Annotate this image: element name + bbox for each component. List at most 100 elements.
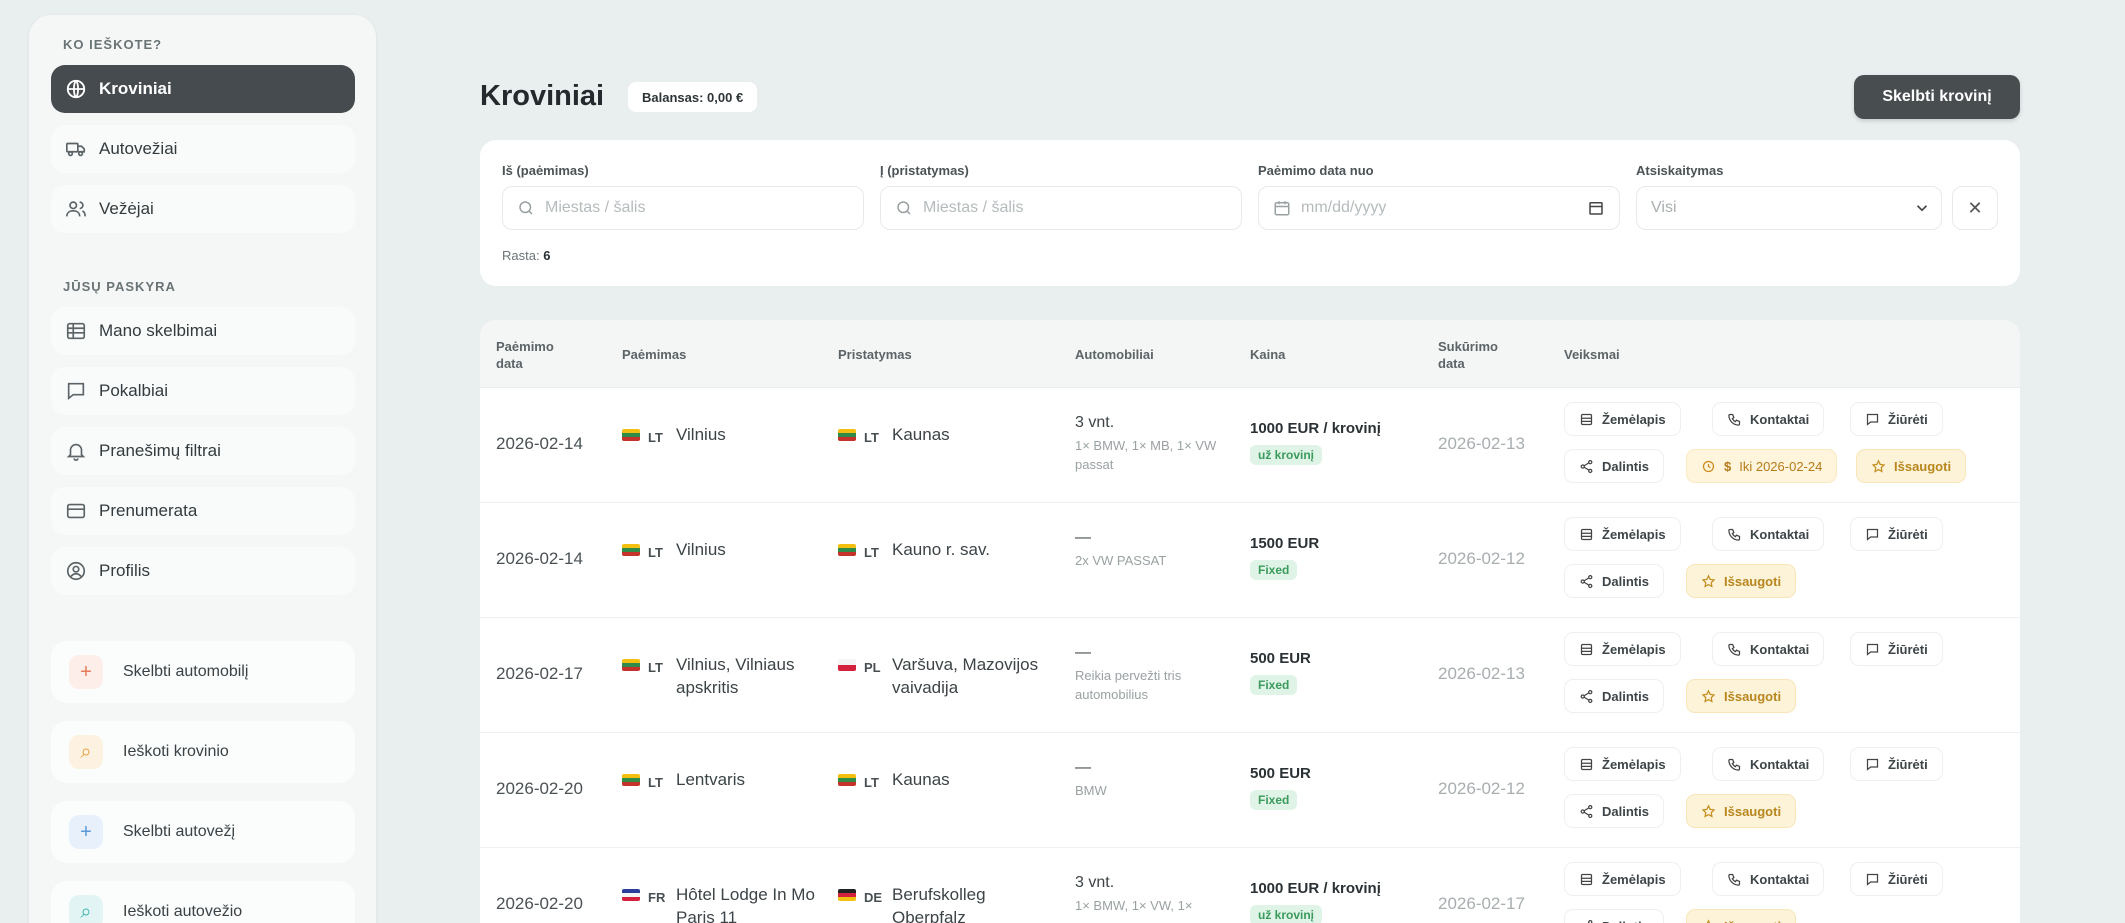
sidebar-item-mano-skelbimai[interactable]: Mano skelbimai [51, 307, 355, 355]
action-label: Skelbti automobilį [123, 663, 249, 680]
chat-icon [1866, 413, 1879, 426]
pickup-location: FR Hôtel Lodge In Mo Paris 11 [622, 883, 842, 923]
close-icon: ✕ [1967, 197, 1983, 218]
star-icon [1701, 803, 1716, 818]
view-button[interactable]: Žiūrėti [1850, 747, 1943, 781]
map-button[interactable]: Žemėlapis [1564, 632, 1681, 666]
payment-label: Atsiskaitymas [1636, 163, 1724, 178]
flag-icon [838, 544, 856, 556]
calendar-icon [1274, 201, 1290, 216]
to-label: Į (pristatymas) [880, 163, 969, 178]
price-cell: 500 EUR Fixed [1250, 650, 1311, 695]
map-icon [1580, 873, 1593, 885]
map-button[interactable]: Žemėlapis [1564, 862, 1681, 896]
table-row[interactable]: 2026-02-20 FR Hôtel Lodge In Mo Paris 11… [480, 848, 2020, 923]
sidebar-item-label: Mano skelbimai [99, 321, 218, 340]
share-button[interactable]: Dalintis [1564, 564, 1664, 598]
save-button[interactable]: Išsaugoti [1686, 679, 1797, 713]
save-label: Išsaugoti [1724, 803, 1782, 819]
calendar-picker-icon[interactable] [1587, 199, 1605, 217]
share-icon [1580, 574, 1593, 588]
save-label: Išsaugoti [1894, 458, 1952, 474]
price-value: 500 EUR [1250, 765, 1311, 782]
to-input[interactable]: Miestas / šalis [880, 186, 1242, 230]
sidebar-item-autoveziai[interactable]: Autovežiai [51, 125, 355, 173]
sidebar-item-pokalbiai[interactable]: Pokalbiai [51, 367, 355, 415]
search-icon: ⌕ [69, 735, 103, 769]
map-button[interactable]: Žemėlapis [1564, 747, 1681, 781]
contacts-label: Kontaktai [1750, 641, 1810, 657]
contacts-button[interactable]: Kontaktai [1712, 517, 1825, 551]
sidebar-item-label: Kroviniai [99, 79, 172, 98]
published-date: 2026-02-12 [1438, 779, 1525, 798]
star-icon [1701, 688, 1716, 703]
sidebar-item-prenumerata[interactable]: Prenumerata [51, 487, 355, 535]
save-label: Išsaugoti [1724, 573, 1782, 589]
share-button[interactable]: Dalintis [1564, 794, 1664, 828]
pickup-date: 2026-02-17 [496, 664, 583, 683]
date-label: Paėmimo data nuo [1258, 163, 1374, 178]
chat-icon [1866, 643, 1879, 656]
save-button[interactable]: Išsaugoti [1856, 449, 1967, 483]
action-ieskoti-autovezio[interactable]: ⌕ Ieškoti autovežio [51, 881, 355, 923]
share-button[interactable]: Dalintis [1564, 909, 1664, 923]
contacts-button[interactable]: Kontaktai [1712, 632, 1825, 666]
from-input[interactable]: Miestas / šalis [502, 186, 864, 230]
action-ieskoti-krovinio[interactable]: ⌕ Ieškoti krovinio [51, 721, 355, 783]
vehicles-count: — [1075, 759, 1091, 776]
sidebar-item-pranesimu-filtrai[interactable]: Pranešimų filtrai [51, 427, 355, 475]
published-date: 2026-02-13 [1438, 434, 1525, 453]
view-button[interactable]: Žiūrėti [1850, 632, 1943, 666]
sidebar-item-profilis[interactable]: Profilis [51, 547, 355, 595]
price-cell: 1500 EUR Fixed [1250, 535, 1319, 580]
country-code: FR [648, 890, 666, 905]
contacts-button[interactable]: Kontaktai [1712, 747, 1825, 781]
chat-icon [1866, 873, 1879, 886]
pickup-location: LT Vilnius [622, 538, 842, 564]
clear-filters-button[interactable]: ✕ [1952, 186, 1998, 230]
post-cargo-button[interactable]: Skelbti krovinį [1854, 75, 2020, 119]
map-button[interactable]: Žemėlapis [1564, 517, 1681, 551]
sidebar-item-vezejai[interactable]: Vežėjai [51, 185, 355, 233]
country-code: LT [864, 775, 879, 790]
contacts-button[interactable]: Kontaktai [1712, 402, 1825, 436]
payment-select[interactable]: Visi [1636, 186, 1942, 230]
price-type-badge: Fixed [1250, 560, 1298, 580]
sidebar: KO IEŠKOTE? Kroviniai Autovežiai Vežėjai… [29, 15, 376, 923]
view-button[interactable]: Žiūrėti [1850, 517, 1943, 551]
view-button[interactable]: Žiūrėti [1850, 402, 1943, 436]
view-button[interactable]: Žiūrėti [1850, 862, 1943, 896]
save-button[interactable]: Išsaugoti [1686, 794, 1797, 828]
flag-icon [838, 429, 856, 441]
view-label: Žiūrėti [1888, 526, 1928, 542]
vehicles-cell: — 2x VW PASSAT [1075, 529, 1225, 570]
delivery-city: Kaunas [892, 425, 950, 444]
table-row[interactable]: 2026-02-20 LT Lentvaris LT Kaunas — BMW … [480, 733, 2020, 848]
save-button[interactable]: Išsaugoti [1686, 909, 1797, 923]
save-button[interactable]: Išsaugoti [1686, 564, 1797, 598]
share-label: Dalintis [1602, 803, 1649, 819]
delivery-location: LT Kauno r. sav. [838, 538, 1058, 564]
contacts-button[interactable]: Kontaktai [1712, 862, 1825, 896]
th-pickup-date: Paėmimo data [496, 339, 554, 371]
country-code: LT [648, 775, 663, 790]
map-label: Žemėlapis [1602, 871, 1666, 887]
from-placeholder: Miestas / šalis [545, 199, 646, 216]
sidebar-item-label: Prenumerata [99, 501, 198, 520]
star-icon [1706, 918, 1711, 923]
date-input[interactable]: mm/dd/yyyy [1258, 186, 1620, 230]
share-button[interactable]: Dalintis [1564, 679, 1664, 713]
table-row[interactable]: 2026-02-14 LT Vilnius LT Kaunas 3 vnt. 1… [480, 388, 2020, 503]
action-label: Skelbti autovežį [123, 823, 236, 840]
table-row[interactable]: 2026-02-14 LT Vilnius LT Kauno r. sav. —… [480, 503, 2020, 618]
action-skelbti-autovezi[interactable]: + Skelbti autovežį [51, 801, 355, 863]
table-row[interactable]: 2026-02-17 LT Vilnius, Vilniaus apskriti… [480, 618, 2020, 733]
phone-icon [1728, 413, 1741, 426]
map-button[interactable]: Žemėlapis [1564, 402, 1681, 436]
share-button[interactable]: Dalintis [1564, 449, 1664, 483]
map-icon [1580, 758, 1593, 770]
action-skelbti-automobili[interactable]: + Skelbti automobilį [51, 641, 355, 703]
section-title-account: JŪSŲ PASKYRA [63, 279, 176, 294]
sidebar-item-kroviniai[interactable]: Kroviniai [51, 65, 355, 113]
map-icon [1580, 643, 1593, 655]
